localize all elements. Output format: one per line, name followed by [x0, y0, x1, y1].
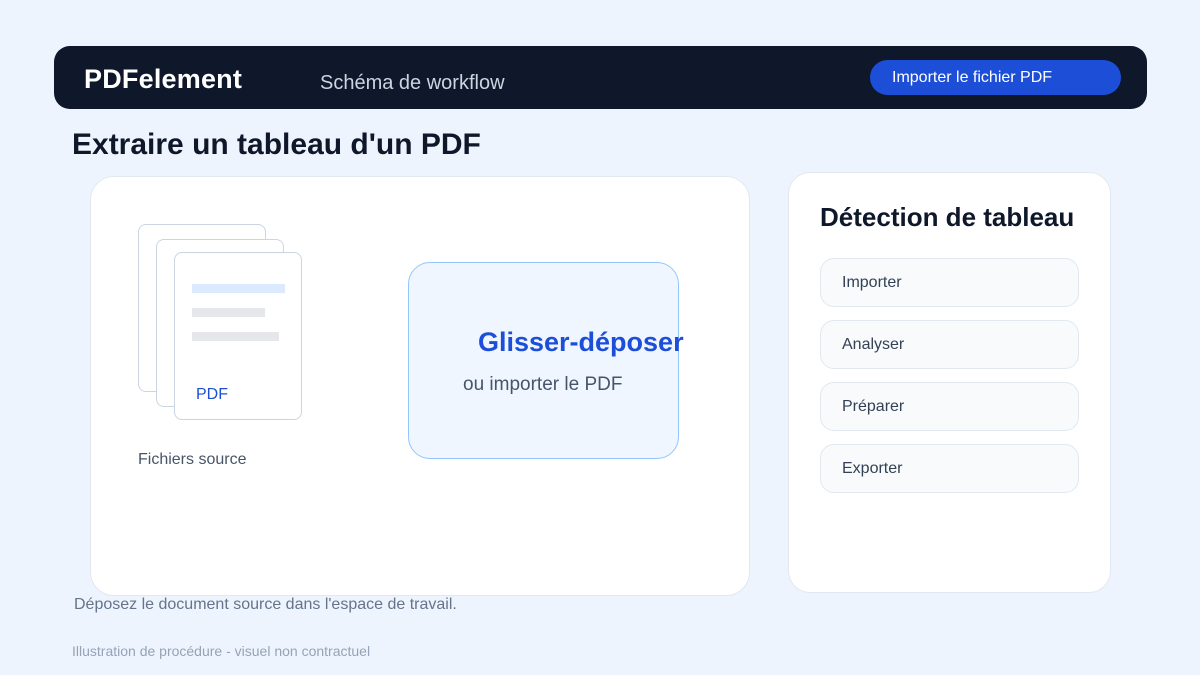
drop-zone-subtitle: ou importer le PDF — [463, 374, 623, 395]
header-subtitle: Schéma de workflow — [320, 72, 505, 94]
pdf-badge: PDF — [196, 386, 228, 403]
step-import[interactable]: Importer — [820, 258, 1079, 307]
document-line — [192, 308, 265, 317]
source-files-caption: Fichiers source — [138, 451, 247, 468]
pdf-document-icon: PDF — [174, 252, 302, 420]
document-line — [192, 332, 279, 341]
workspace-panel: PDF Fichiers source Glisser-déposer ou i… — [90, 176, 750, 596]
page-title: Extraire un tableau d'un PDF — [72, 128, 481, 161]
instruction-text: Déposez le document source dans l'espace… — [74, 596, 457, 613]
panel-title: Détection de tableau — [820, 202, 1075, 232]
drop-zone-title: Glisser-déposer — [478, 327, 684, 357]
table-detection-panel: Détection de tableau Importer Analyser P… — [788, 172, 1111, 593]
app-header: PDFelement Schéma de workflow Importer l… — [54, 46, 1147, 109]
step-prepare[interactable]: Préparer — [820, 382, 1079, 431]
import-pdf-button[interactable]: Importer le fichier PDF — [870, 60, 1121, 95]
footer-disclaimer: Illustration de procédure - visuel non c… — [72, 643, 371, 659]
document-line-highlight — [192, 284, 285, 293]
step-export[interactable]: Exporter — [820, 444, 1079, 493]
step-analyze[interactable]: Analyser — [820, 320, 1079, 369]
brand-logo: PDFelement — [84, 64, 243, 94]
drop-zone[interactable]: Glisser-déposer ou importer le PDF — [408, 262, 684, 459]
